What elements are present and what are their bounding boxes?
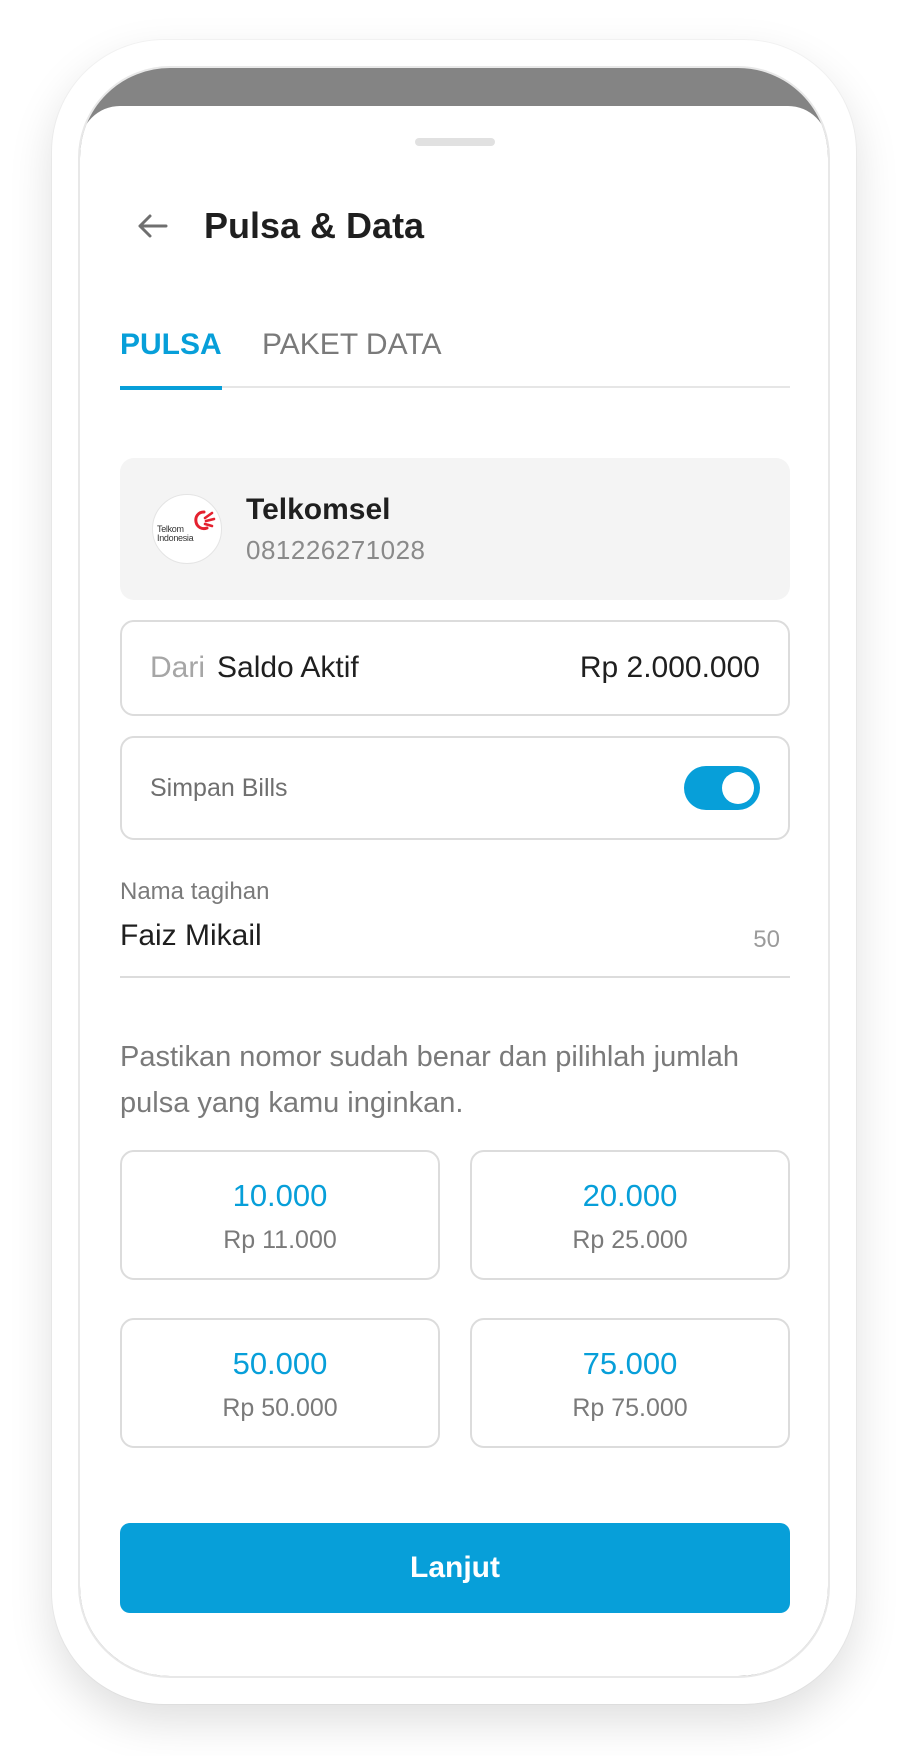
telkom-logo-mark-icon (194, 510, 216, 531)
operator-name: Telkomsel (246, 492, 391, 526)
operator-info: Telkomsel 081226271028 (246, 493, 426, 566)
back-button[interactable] (128, 202, 176, 250)
nominal-value: 10.000 (232, 1178, 328, 1213)
bill-name-label: Nama tagihan (120, 878, 270, 905)
phone-number: 081226271028 (246, 534, 426, 565)
tab-pulsa[interactable]: PULSA (120, 316, 222, 390)
bottom-sheet: Pulsa & Data PULSA PAKET DATA Telkom Ind… (80, 106, 828, 1676)
nominal-value: 75.000 (582, 1346, 678, 1381)
next-button[interactable]: Lanjut (120, 1523, 790, 1613)
source-name: Saldo Aktif (217, 651, 359, 684)
nominal-option[interactable]: 20.000 Rp 25.000 (470, 1150, 790, 1280)
tab-paket-data[interactable]: PAKET DATA (262, 316, 442, 388)
bill-name-input[interactable] (120, 914, 680, 958)
operator-card: Telkom Indonesia Telkomsel 081226271028 (120, 458, 790, 600)
source-balance: Rp 2.000.000 (579, 651, 760, 684)
nominal-value: 50.000 (232, 1346, 328, 1381)
sheet-grabber-handle[interactable] (415, 138, 495, 146)
telkom-indonesia-logo: Telkom Indonesia (152, 494, 222, 564)
phone-screen: Pulsa & Data PULSA PAKET DATA Telkom Ind… (78, 66, 830, 1678)
source-label: Dari (150, 651, 206, 684)
toggle-knob (722, 772, 754, 804)
nominal-price: Rp 11.000 (223, 1226, 337, 1254)
payment-source-selector[interactable]: Dari Saldo Aktif Rp 2.000.000 (120, 620, 790, 716)
phone-frame: Pulsa & Data PULSA PAKET DATA Telkom Ind… (52, 40, 856, 1704)
bill-name-field: Nama tagihan 50 (120, 878, 790, 978)
nominal-option[interactable]: 50.000 Rp 50.000 (120, 1318, 440, 1448)
nominal-option[interactable]: 75.000 Rp 75.000 (470, 1318, 790, 1448)
save-bills-toggle[interactable] (684, 766, 760, 810)
save-bills-label: Simpan Bills (150, 773, 288, 802)
nominal-option[interactable]: 10.000 Rp 11.000 (120, 1150, 440, 1280)
nominal-price: Rp 25.000 (572, 1226, 688, 1254)
nominal-price: Rp 50.000 (222, 1394, 338, 1422)
instruction-text: Pastikan nomor sudah benar dan pilihlah … (120, 1041, 740, 1119)
tab-bar: PULSA PAKET DATA (120, 316, 790, 390)
char-counter: 50 (753, 926, 780, 953)
save-bills-row: Simpan Bills (120, 736, 790, 840)
arrow-left-icon (138, 214, 168, 238)
nominal-price: Rp 75.000 (572, 1394, 688, 1422)
header: Pulsa & Data (128, 196, 424, 256)
nominal-value: 20.000 (582, 1178, 678, 1213)
page-title: Pulsa & Data (204, 205, 425, 246)
